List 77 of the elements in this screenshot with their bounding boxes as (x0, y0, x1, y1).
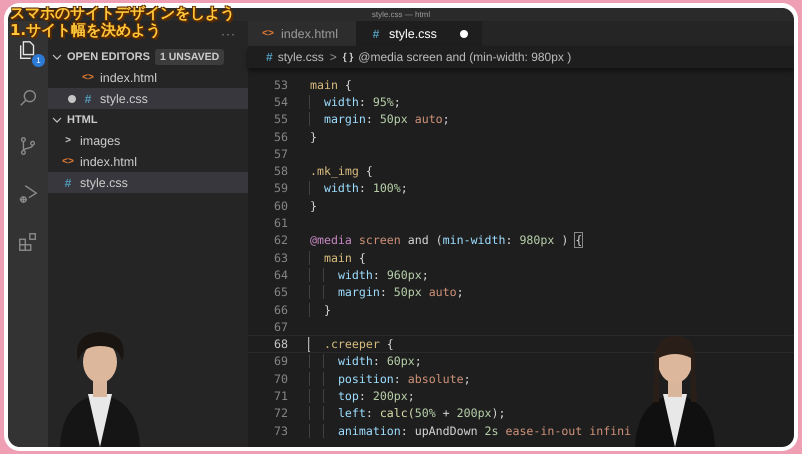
line-number: 60 (273, 198, 288, 213)
window-title: style.css — html (372, 10, 430, 18)
code-line: } (310, 198, 317, 213)
play-bug-icon (17, 183, 39, 205)
more-actions-button[interactable]: ··· (221, 26, 236, 40)
line-number: 62 (273, 233, 288, 248)
code-line: width: 95%; (310, 94, 401, 109)
file-item[interactable]: <> index.html (48, 151, 248, 172)
line-number: 64 (273, 268, 288, 282)
code-line: } (310, 130, 317, 144)
breadcrumb-label: @media screen and (min-width: 980px ) (358, 50, 572, 64)
breadcrumb-item[interactable]: # style.css (266, 50, 324, 64)
code-icon: <> (62, 156, 74, 167)
code-line: .creeper { (310, 337, 394, 352)
code-line: animation: upAndDown 2s ease-in-out infini (310, 424, 632, 438)
code-line: width: 60px; (310, 354, 422, 368)
code-line: .mk_img { (310, 164, 373, 178)
hash-icon: # (82, 92, 94, 106)
file-item[interactable]: <> index.html (48, 67, 248, 88)
line-number: 55 (273, 112, 288, 126)
hash-icon: # (266, 50, 273, 64)
code-line: main { (310, 250, 366, 265)
section-header[interactable]: OPEN EDITORS 1 UNSAVED (48, 46, 248, 67)
line-number: 68 (273, 337, 288, 352)
breadcrumb-separator: > (330, 50, 337, 64)
unsaved-dot (460, 30, 468, 38)
line-number: 57 (273, 146, 288, 161)
line-number: 71 (273, 388, 288, 403)
line-number: 56 (273, 130, 288, 144)
chevron-icon: > (62, 135, 74, 146)
code-line: left: calc(50% + 200px); (310, 406, 506, 420)
code-line: margin: 50px auto; (310, 285, 464, 300)
video-caption: 1.サイト幅を決めよう (10, 22, 162, 39)
code-icon: <> (82, 72, 94, 83)
extensions-icon (17, 231, 39, 253)
editor-tab[interactable]: <> index.html (248, 21, 356, 46)
section-title: HTML (67, 114, 98, 126)
code-line: top: 200px; (310, 388, 415, 403)
line-number: 54 (273, 94, 288, 109)
line-number: 72 (273, 406, 288, 420)
section-header[interactable]: HTML (48, 109, 248, 130)
breadcrumb-item[interactable]: { } @media screen and (min-width: 980px ) (342, 50, 572, 64)
file-item[interactable]: # style.css (48, 172, 248, 193)
line-number: 65 (273, 285, 288, 300)
line-number: 70 (273, 372, 288, 386)
line-number: 59 (273, 181, 288, 196)
notification-badge: 1 (32, 54, 45, 67)
section-title: OPEN EDITORS (67, 50, 150, 62)
line-number: 66 (273, 302, 288, 316)
chevron-icon (52, 52, 62, 62)
unsaved-badge: 1 UNSAVED (154, 48, 224, 64)
code-line: } (310, 302, 331, 316)
line-number: 67 (273, 320, 288, 334)
line-number: 73 (273, 424, 288, 438)
code-icon: <> (262, 28, 274, 39)
video-caption: スマホのサイトデザインをしよう (10, 5, 235, 22)
line-number: 69 (273, 354, 288, 368)
code-line: width: 100%; (310, 181, 408, 196)
line-number: 63 (273, 250, 288, 265)
line-number: 61 (273, 216, 288, 230)
hash-icon: # (370, 26, 382, 40)
breadcrumb-label: style.css (278, 50, 324, 64)
chevron-icon (52, 114, 62, 124)
code-line: @media screen and (min-width: 980px ) { (310, 233, 582, 248)
unsaved-dot (68, 94, 76, 102)
code-line: main { (310, 78, 352, 92)
code-line: position: absolute; (310, 372, 471, 386)
code-line: width: 960px; (310, 268, 429, 282)
line-number: 53 (273, 78, 288, 92)
hash-icon: # (62, 176, 74, 190)
braces-icon: { } (342, 52, 354, 62)
code-line: margin: 50px auto; (310, 112, 450, 126)
file-item[interactable]: > images (48, 130, 248, 151)
file-item[interactable]: # style.css (48, 88, 248, 109)
text-cursor (308, 336, 310, 352)
line-number: 58 (273, 164, 288, 178)
editor-tab[interactable]: # style.css (356, 21, 482, 46)
